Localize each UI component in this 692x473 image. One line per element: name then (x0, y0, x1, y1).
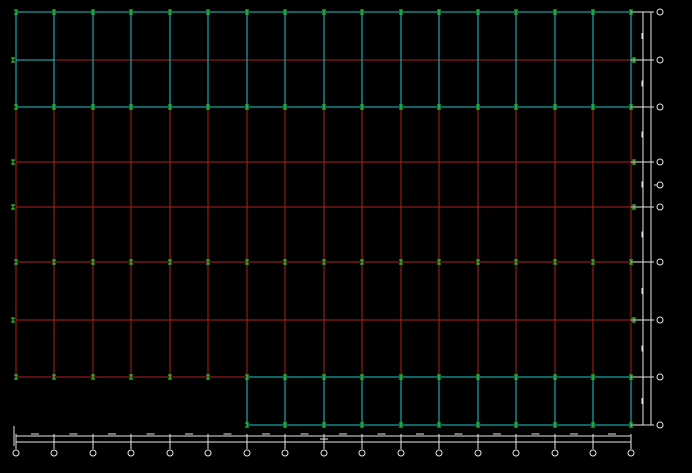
axis-bubble-icon[interactable] (656, 181, 664, 189)
axis-bubble-icon[interactable] (204, 449, 212, 457)
axis-bubble-icon[interactable] (656, 373, 664, 381)
axis-bubble-icon[interactable] (656, 158, 664, 166)
axis-bubble-icon[interactable] (320, 449, 328, 457)
axis-bubble-icon[interactable] (50, 449, 58, 457)
axis-bubble-icon[interactable] (358, 449, 366, 457)
axis-bubble-icon[interactable] (127, 449, 135, 457)
axis-bubble-icon[interactable] (656, 103, 664, 111)
axis-bubble-icon[interactable] (397, 449, 405, 457)
axis-bubble-icon[interactable] (656, 258, 664, 266)
axis-bubble-icon[interactable] (89, 449, 97, 457)
axis-bubble-icon[interactable] (656, 421, 664, 429)
cad-viewport[interactable] (0, 0, 692, 473)
axis-bubble-icon[interactable] (512, 449, 520, 457)
axis-bubble-icon[interactable] (656, 56, 664, 64)
axis-bubble-icon[interactable] (656, 203, 664, 211)
axis-bubble-icon[interactable] (166, 449, 174, 457)
axis-bubble-icon[interactable] (435, 449, 443, 457)
node-marker-icon[interactable] (11, 159, 15, 165)
axis-bubble-icon[interactable] (551, 449, 559, 457)
structural-plan-drawing[interactable] (0, 0, 692, 473)
node-marker-icon[interactable] (11, 317, 15, 323)
axis-bubble-icon[interactable] (474, 449, 482, 457)
axis-bubble-icon[interactable] (656, 316, 664, 324)
axis-bubble-icon[interactable] (243, 449, 251, 457)
axis-bubble-icon[interactable] (656, 8, 664, 16)
node-marker-icon[interactable] (11, 57, 15, 63)
node-marker-icon[interactable] (11, 204, 15, 210)
axis-bubble-icon[interactable] (12, 449, 20, 457)
axis-bubble-icon[interactable] (281, 449, 289, 457)
axis-bubble-icon[interactable] (589, 449, 597, 457)
axis-bubble-icon[interactable] (627, 449, 635, 457)
